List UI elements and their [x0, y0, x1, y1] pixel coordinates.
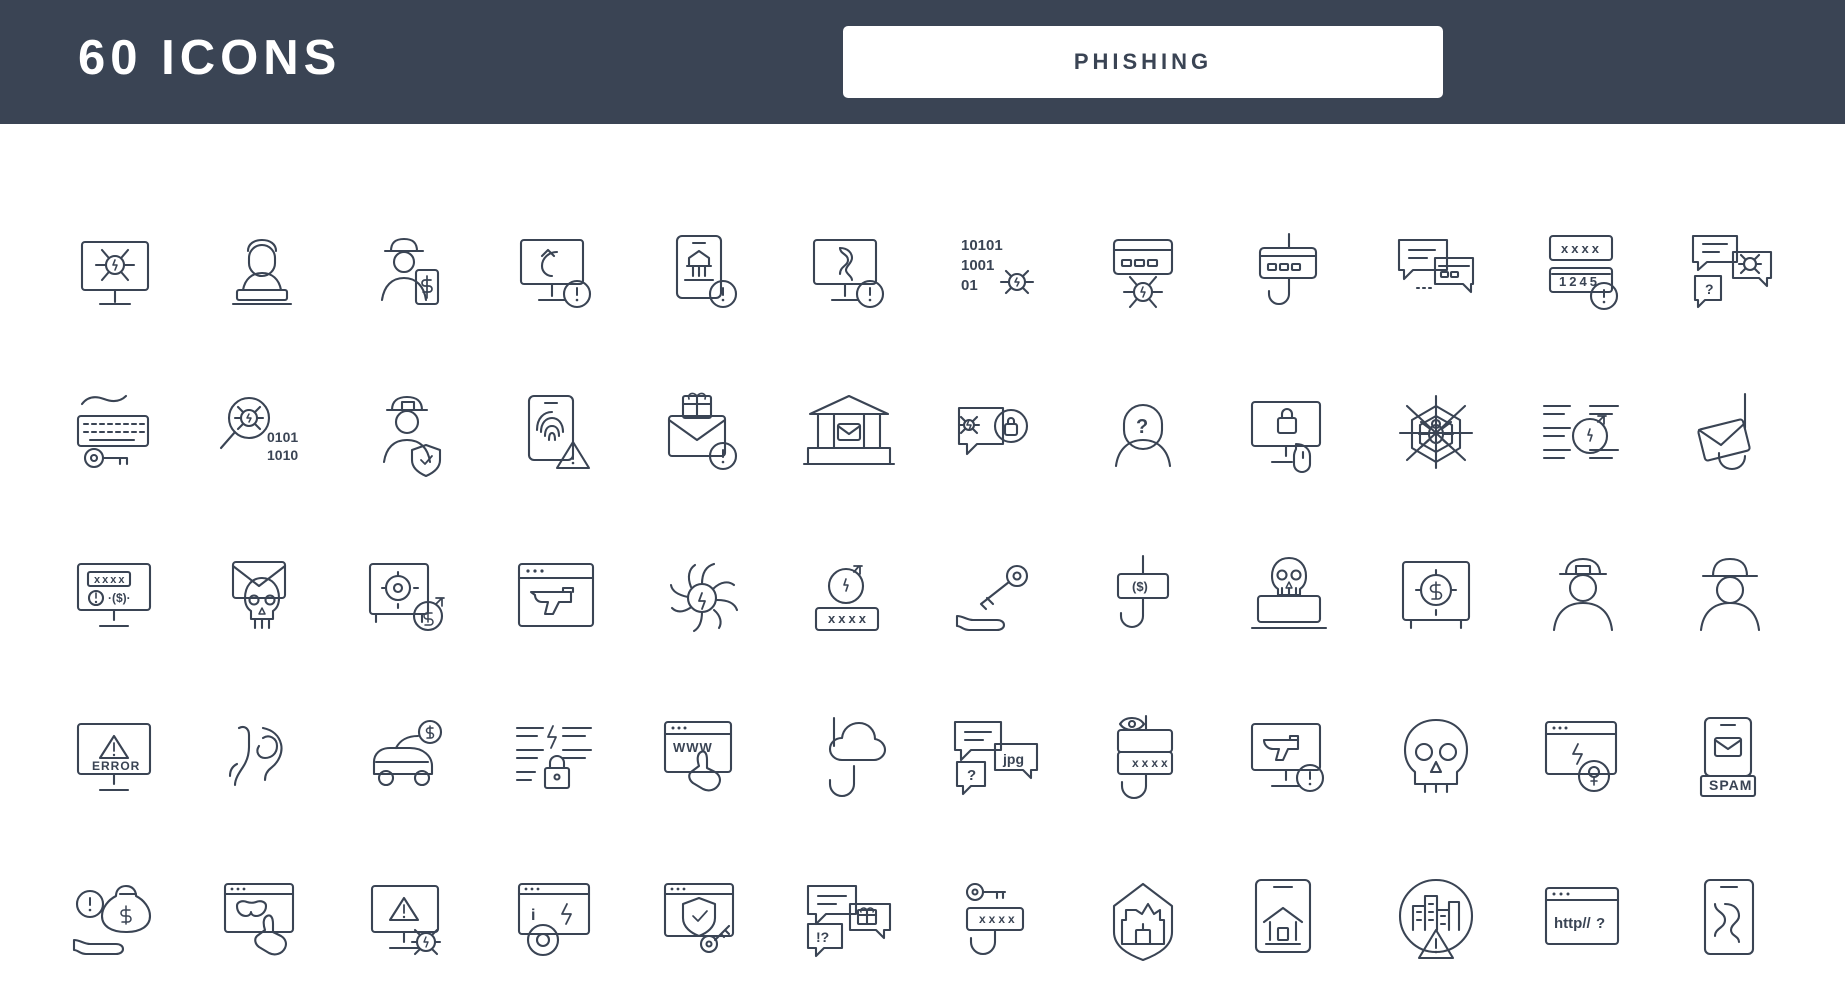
browser-virus-key-icon[interactable] [1513, 694, 1653, 824]
browser-www-hand-icon[interactable]: WWW [632, 694, 772, 824]
svg-text:WWW: WWW [673, 740, 713, 755]
virus-bug-icon[interactable] [632, 532, 772, 662]
svg-text:xxxx: xxxx [94, 574, 126, 586]
anonymous-question-icon[interactable]: ? [1073, 370, 1213, 500]
svg-text:·($)·: ·($)· [108, 591, 131, 605]
svg-text:0101: 0101 [267, 429, 298, 445]
page-title: 60 ICONS [78, 31, 342, 85]
svg-text:xxxx: xxxx [828, 611, 869, 626]
bomb-server-icon[interactable] [1513, 370, 1653, 500]
credit-card-virus-icon[interactable] [1073, 208, 1213, 338]
police-shield-icon[interactable] [339, 370, 479, 500]
magnifier-virus-binary-icon[interactable]: 0101 1010 [192, 370, 332, 500]
svg-text:SPAM: SPAM [1709, 777, 1752, 793]
email-gift-alert-icon[interactable] [632, 370, 772, 500]
spy-phone-money-icon[interactable] [339, 208, 479, 338]
svg-text:?: ? [1705, 281, 1714, 297]
browser-info-camera-icon[interactable]: i [486, 856, 626, 986]
svg-text:i: i [531, 907, 535, 924]
svg-text:1245: 1245 [1559, 274, 1600, 289]
browser-http-question-icon[interactable]: http// ? [1513, 856, 1653, 986]
chat-lock-virus-icon[interactable] [926, 370, 1066, 500]
monitor-gun-alert-icon[interactable] [1219, 694, 1359, 824]
hook-password-eye-icon[interactable]: xxxx [1073, 694, 1213, 824]
castle-shield-icon[interactable] [1073, 856, 1213, 986]
svg-text:10101: 10101 [961, 237, 1003, 254]
monitor-virus-icon[interactable] [45, 208, 185, 338]
safe-money-icon[interactable] [1366, 532, 1506, 662]
detective-hat-icon[interactable] [1660, 532, 1800, 662]
svg-text:($): ($) [1132, 579, 1148, 594]
icon-grid: 10101 1001 01 xxxx 1245 ? 0101 1010 ? xx… [0, 124, 1845, 1002]
card-number-alert-icon[interactable]: xxxx 1245 [1513, 208, 1653, 338]
car-money-icon[interactable] [339, 694, 479, 824]
svg-text:xxxx: xxxx [979, 912, 1018, 926]
server-lock-icon[interactable] [486, 694, 626, 824]
city-alert-icon[interactable] [1366, 856, 1506, 986]
bank-email-icon[interactable] [779, 370, 919, 500]
email-skull-icon[interactable] [192, 532, 332, 662]
phone-call-scam-icon[interactable] [192, 694, 332, 824]
phone-spam-email-icon[interactable]: SPAM [1660, 694, 1800, 824]
police-officer-icon[interactable] [1513, 532, 1653, 662]
svg-text:1010: 1010 [267, 447, 298, 463]
header-bar: 60 ICONS PHISHING [0, 0, 1845, 124]
svg-text:01: 01 [961, 277, 978, 294]
monitor-password-money-icon[interactable]: xxxx ·($)· [45, 532, 185, 662]
hook-cloud-icon[interactable] [779, 694, 919, 824]
svg-text:ERROR: ERROR [92, 759, 140, 773]
bomb-password-icon[interactable]: xxxx [779, 532, 919, 662]
svg-text:?: ? [1136, 416, 1148, 438]
safe-bomb-money-icon[interactable] [339, 532, 479, 662]
phone-worm-icon[interactable] [1660, 856, 1800, 986]
hand-key-icon[interactable] [926, 532, 1066, 662]
chat-jpg-question-icon[interactable]: jpg ? [926, 694, 1066, 824]
monitor-lock-mouse-icon[interactable] [1219, 370, 1359, 500]
hand-money-bag-alert-icon[interactable] [45, 856, 185, 986]
icon-set-page: 60 ICONS PHISHING 10101 1001 01 xxxx 124… [0, 0, 1845, 980]
skull-icon[interactable] [1366, 694, 1506, 824]
monitor-fishhook-alert-icon[interactable] [486, 208, 626, 338]
spider-web-icon[interactable] [1366, 370, 1506, 500]
hook-key-password-icon[interactable]: xxxx [926, 856, 1066, 986]
svg-text:http//: http// [1554, 915, 1591, 932]
hacker-laptop-icon[interactable] [192, 208, 332, 338]
phone-fingerprint-alert-icon[interactable] [486, 370, 626, 500]
laptop-skull-icon[interactable] [1219, 532, 1359, 662]
hook-money-tag-icon[interactable]: ($) [1073, 532, 1213, 662]
monitor-worm-alert-icon[interactable] [779, 208, 919, 338]
svg-text:?: ? [967, 767, 976, 784]
phone-bank-alert-icon[interactable] [632, 208, 772, 338]
hook-email-icon[interactable] [1660, 370, 1800, 500]
svg-text:xxxx: xxxx [1132, 756, 1171, 770]
category-badge-label: PHISHING [1073, 49, 1213, 74]
svg-text:1001: 1001 [961, 257, 994, 274]
phone-bank-building-icon[interactable] [1219, 856, 1359, 986]
binary-virus-icon[interactable]: 10101 1001 01 [926, 208, 1066, 338]
chat-credit-card-icon[interactable] [1366, 208, 1506, 338]
browser-mask-hand-icon[interactable] [192, 856, 332, 986]
keyboard-key-password-icon[interactable] [45, 370, 185, 500]
svg-text:jpg: jpg [1002, 751, 1024, 767]
category-badge: PHISHING [843, 26, 1443, 98]
svg-text:!?: !? [816, 929, 829, 945]
browser-shield-key-icon[interactable] [632, 856, 772, 986]
hook-credit-card-icon[interactable] [1219, 208, 1359, 338]
chat-gift-alert-icon[interactable]: !? [779, 856, 919, 986]
browser-gun-icon[interactable] [486, 532, 626, 662]
chat-virus-question-icon[interactable]: ? [1660, 208, 1800, 338]
monitor-alert-virus-icon[interactable] [339, 856, 479, 986]
monitor-error-icon[interactable]: ERROR [45, 694, 185, 824]
svg-text:?: ? [1596, 915, 1605, 932]
svg-text:xxxx: xxxx [1561, 241, 1602, 256]
